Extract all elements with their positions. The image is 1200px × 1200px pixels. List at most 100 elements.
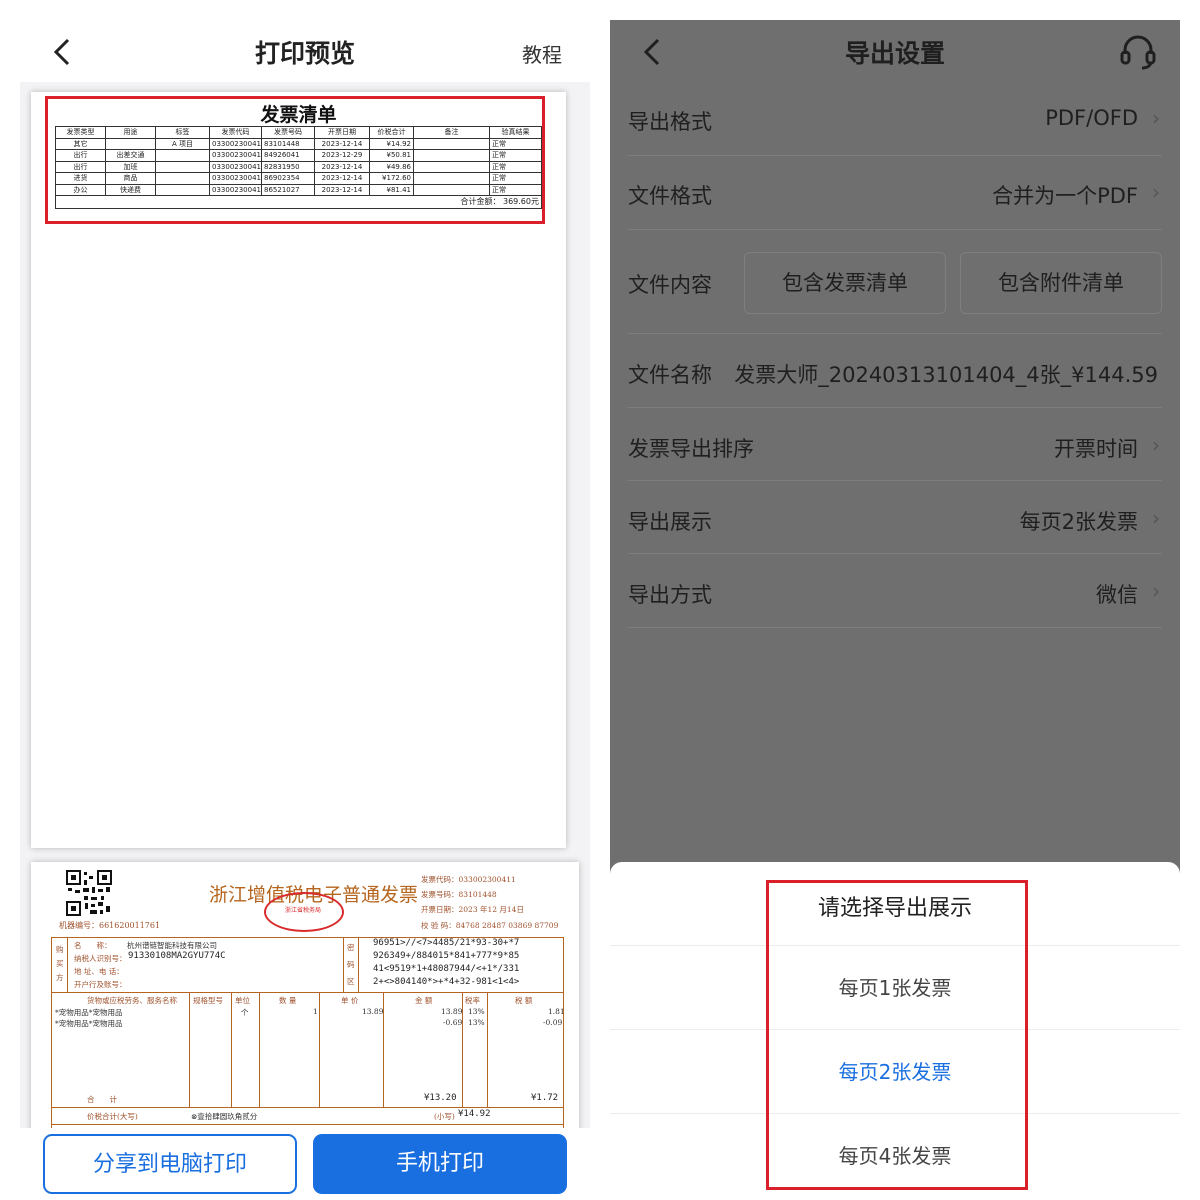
preview-page-einvoice: 机器编号：661620011761 浙江增值税电子普通发票 浙江省税务局 发票代…: [31, 862, 579, 1128]
table-cell: [413, 183, 490, 196]
table-cell: 加班: [105, 160, 156, 173]
table-cell: ¥50.81: [369, 149, 414, 162]
divider: [189, 992, 190, 1107]
setting-value: PDF/OFD: [1045, 106, 1138, 130]
setting-row-export-format[interactable]: 导出格式 PDF/OFD ›: [628, 82, 1162, 156]
divider: [67, 937, 68, 992]
total-in-words: ⊗壹拾肆圆玖角贰分: [191, 1112, 258, 1121]
chevron-right-icon: ›: [1152, 180, 1160, 204]
cipher-side-label: 区: [347, 977, 355, 986]
machine-number: 机器编号：661620011761: [59, 921, 161, 930]
table-cell: 033002300411: [209, 137, 262, 150]
setting-label: 文件名称: [628, 363, 712, 387]
column-unit: 单位: [235, 996, 250, 1005]
column-header: 价税合计: [369, 126, 414, 139]
buyer-name: 杭州谱链智能科技有限公司: [127, 941, 217, 950]
setting-row-export-display[interactable]: 导出展示 每页2张发票 ›: [628, 481, 1162, 554]
top-bar: 打印预览 教程: [20, 20, 590, 82]
column-tax: 税 额: [515, 996, 533, 1005]
cipher-line: 96951>//<7>4485/21*93-30+*7: [373, 938, 520, 948]
chevron-right-icon: ›: [1152, 106, 1160, 130]
buyer-bank-label: 开户行及账号：: [74, 980, 127, 989]
item-name: *宠物用品*宠物用品: [55, 1019, 123, 1028]
divider: [319, 992, 320, 1107]
preview-area[interactable]: 发票清单 发票类型 用途 标签 发票代码 发票号码 开票日期 价税合计 备注 验…: [20, 82, 590, 1128]
column-header: 发票类型: [55, 126, 106, 139]
setting-row-file-name[interactable]: 文件名称 发票大师_20240313101404_4张_¥144.59: [628, 334, 1162, 408]
total-label: 价税合计(大写): [87, 1112, 138, 1121]
sum-amount: ¥13.20: [424, 1093, 457, 1103]
invoice-date: 开票日期：2023 年12 月14日: [421, 905, 524, 914]
item-rate: 13%: [468, 1018, 485, 1027]
setting-value: 每页2张发票: [1019, 510, 1138, 534]
buyer-side-label: 买: [56, 959, 64, 968]
buyer-address-label: 地 址、电 话：: [74, 967, 124, 976]
setting-label: 文件内容: [628, 273, 712, 297]
column-spec: 规格型号: [193, 996, 223, 1005]
table-cell: 2023-12-14: [314, 160, 370, 173]
column-qty: 数 量: [279, 996, 297, 1005]
print-preview-screen: 打印预览 教程 发票清单 发票类型 用途 标签 发票代码 发票号码 开票日期 价…: [20, 20, 590, 1200]
table-cell: 正常: [489, 172, 542, 185]
file-name-value: 发票大师_20240313101404_4张_¥144.59: [734, 363, 1158, 387]
table-cell: 正常: [489, 149, 542, 162]
setting-row-file-format[interactable]: 文件格式 合并为一个PDF ›: [628, 156, 1162, 230]
table-cell: 其它: [55, 137, 106, 150]
item-amount: 13.89: [441, 1007, 463, 1016]
setting-label: 文件格式: [628, 184, 712, 208]
item-tax: 1.81: [548, 1007, 565, 1016]
column-header: 验真结果: [489, 126, 542, 139]
item-qty: 1: [313, 1007, 318, 1016]
table-cell: 出行: [55, 160, 106, 173]
divider: [259, 992, 260, 1107]
tutorial-link[interactable]: 教程: [522, 39, 562, 68]
table-cell: 出行: [55, 149, 106, 162]
total-in-figures: ¥14.92: [458, 1109, 491, 1119]
include-invoice-list-chip[interactable]: 包含发票清单: [744, 252, 946, 314]
column-rate: 税率: [465, 996, 480, 1005]
phone-print-button[interactable]: 手机打印: [313, 1134, 567, 1194]
buyer-tax-id: 91330108MA2GYU774C: [128, 951, 226, 961]
top-bar: 导出设置: [610, 20, 1180, 82]
cipher-side-label: 密: [347, 943, 355, 952]
table-total-row: 合计金额： 369.60元: [55, 195, 542, 209]
setting-label: 导出方式: [628, 583, 712, 607]
table-row: 出行 出差交通 033002300411 84926041 2023-12-29…: [55, 149, 542, 162]
table-cell: 2023-12-29: [314, 149, 370, 162]
column-header: 备注: [413, 126, 490, 139]
invoice-code: 发票代码：033002300411: [421, 875, 516, 884]
table-cell: ¥49.86: [369, 160, 414, 173]
sum-tax: ¥1.72: [531, 1093, 559, 1103]
table-cell: 2023-12-14: [314, 172, 370, 185]
table-row: 办公 快递费 033002300411 86521027 2023-12-14 …: [55, 183, 542, 196]
item-tax: -0.09: [543, 1018, 563, 1027]
table-cell: 033002300411: [209, 149, 262, 162]
headset-icon[interactable]: [1118, 32, 1158, 72]
setting-label: 导出格式: [628, 110, 712, 134]
table-cell: A 项目: [155, 137, 210, 150]
table-cell: 商品: [105, 172, 156, 185]
include-attachment-list-chip[interactable]: 包含附件清单: [960, 252, 1162, 314]
total-small-label: (小写): [434, 1112, 455, 1121]
table-cell: ¥172.60: [369, 172, 414, 185]
buyer-side-label: 方: [56, 973, 64, 982]
setting-value: 开票时间: [1054, 437, 1138, 461]
chevron-right-icon: ›: [1152, 579, 1160, 603]
buyer-tax-label: 纳税人识别号：: [74, 954, 127, 963]
table-cell: 84926041: [261, 149, 315, 162]
table-header-row: 发票类型 用途 标签 发票代码 发票号码 开票日期 价税合计 备注 验真结果: [55, 126, 542, 139]
invoice-list-table: 发票类型 用途 标签 发票代码 发票号码 开票日期 价税合计 备注 验真结果 其…: [55, 126, 542, 209]
stamp-text: 浙江省税务局: [285, 907, 322, 914]
setting-value: 合并为一个PDF: [992, 184, 1138, 208]
setting-row-export-method[interactable]: 导出方式 微信 ›: [628, 554, 1162, 628]
bottom-action-bar: 分享到电脑打印 手机打印: [20, 1128, 590, 1200]
setting-row-sort-order[interactable]: 发票导出排序 开票时间 ›: [628, 408, 1162, 481]
cipher-line: 926349+/884015*841+777*9*85: [373, 951, 520, 961]
share-to-pc-print-button[interactable]: 分享到电脑打印: [43, 1134, 297, 1194]
divider: [51, 1124, 564, 1125]
table-cell: [155, 172, 210, 185]
preview-page-invoice-list: 发票清单 发票类型 用途 标签 发票代码 发票号码 开票日期 价税合计 备注 验…: [31, 92, 566, 848]
item-rate: 13%: [468, 1007, 485, 1016]
divider: [51, 1107, 564, 1108]
chevron-right-icon: ›: [1152, 506, 1160, 530]
